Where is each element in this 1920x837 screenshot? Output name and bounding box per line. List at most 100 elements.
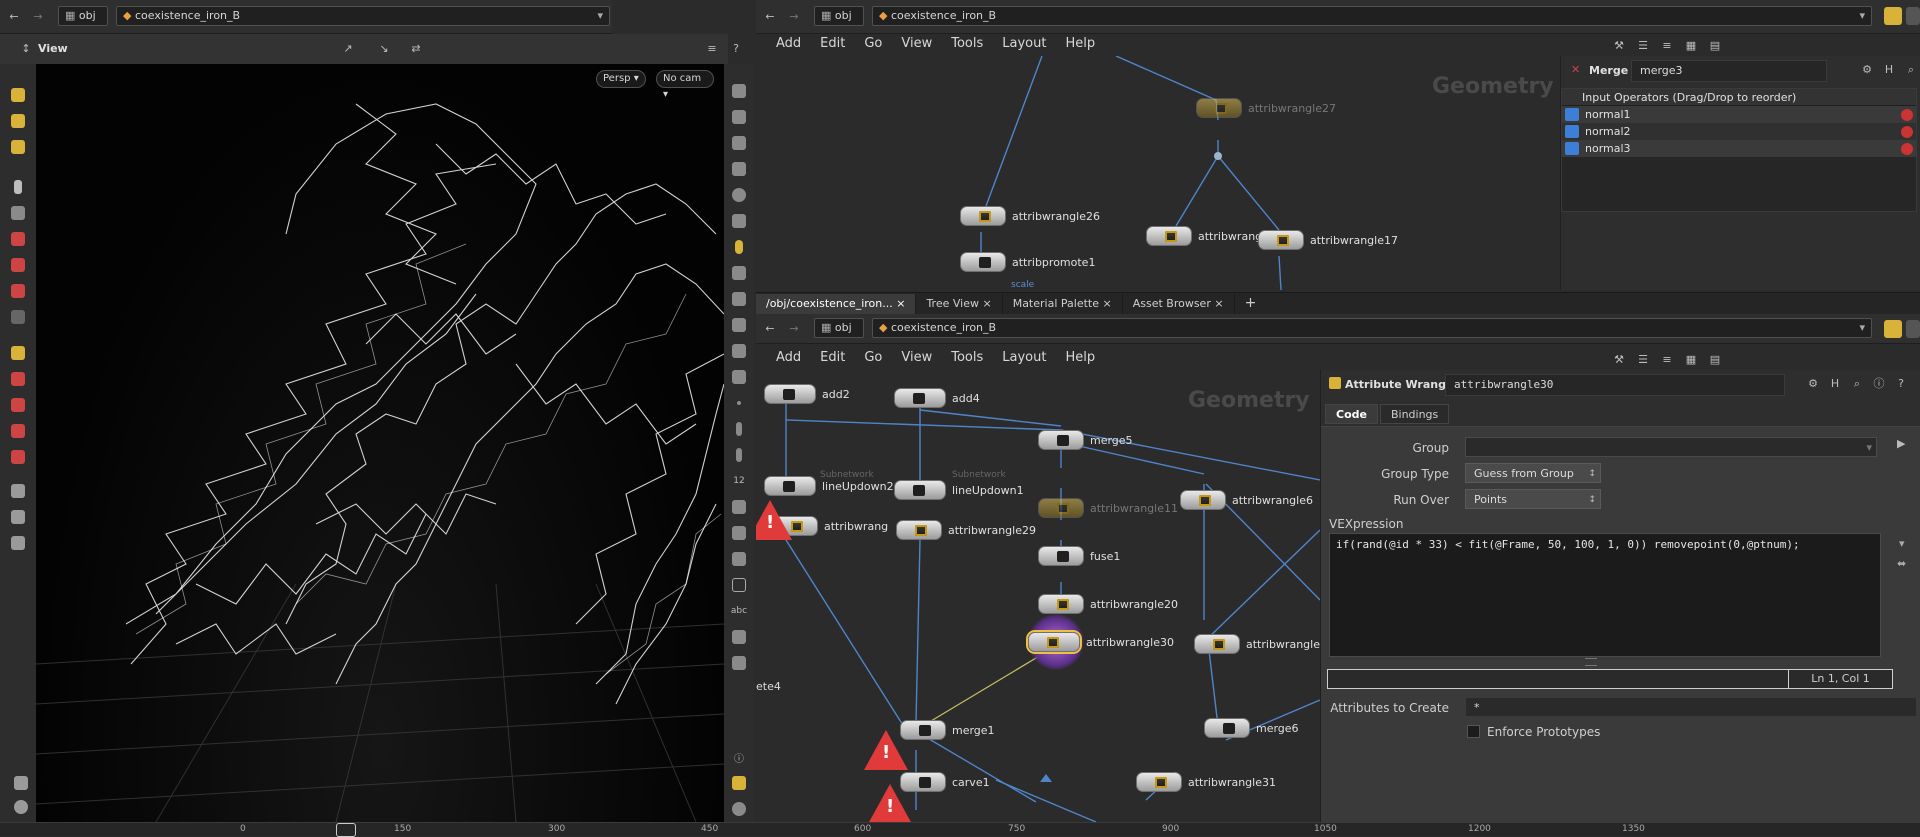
back-arrow-icon[interactable]: ← xyxy=(762,321,778,337)
pin-icon[interactable]: ↕ xyxy=(18,41,34,57)
close-icon[interactable]: × xyxy=(896,297,905,310)
list-icon[interactable]: ≡ xyxy=(1659,38,1675,54)
menu-layout[interactable]: Layout xyxy=(1002,350,1046,365)
close-icon[interactable]: × xyxy=(1214,297,1223,310)
tab-code[interactable]: Code xyxy=(1325,404,1378,424)
grid-view-icon[interactable]: ▦ xyxy=(1683,38,1699,54)
rotate-icon[interactable] xyxy=(5,394,31,416)
remove-input-icon[interactable] xyxy=(1901,142,1913,155)
node-attribpromote1[interactable]: attribpromote1 xyxy=(960,252,1095,272)
node-lineUpdown1[interactable]: lineUpdown1 xyxy=(894,480,1024,500)
menu-view[interactable]: View xyxy=(901,350,932,365)
help-h-icon[interactable]: H xyxy=(1827,376,1843,392)
select-mode-icon[interactable]: ↗ xyxy=(340,41,356,57)
layout-icon[interactable] xyxy=(726,772,752,794)
playhead-marker[interactable] xyxy=(336,823,356,837)
paint-icon[interactable] xyxy=(5,342,31,364)
snap-icon[interactable] xyxy=(5,228,31,250)
input-row[interactable]: normal2 xyxy=(1562,123,1916,140)
node-attribwrangle[interactable]: attribwrangle xyxy=(1194,634,1320,654)
help-h-icon[interactable]: H xyxy=(1881,62,1897,78)
chevron-down-icon[interactable]: ▾ xyxy=(1866,438,1872,458)
run-over-select[interactable]: Points ↕ xyxy=(1465,489,1601,509)
node-attribwrangle6[interactable]: attribwrangle6 xyxy=(1180,490,1313,510)
expand-icon[interactable]: ⬌ xyxy=(1897,557,1906,570)
network-bottom-canvas[interactable]: Geometry add2 add4 merge5 Subnetwork lin… xyxy=(756,370,1320,822)
image-icon[interactable] xyxy=(726,626,752,648)
camera-view-icon[interactable] xyxy=(726,288,752,310)
back-arrow-icon[interactable]: ← xyxy=(6,9,22,25)
remove-input-icon[interactable] xyxy=(1901,108,1913,121)
pin-view-icon[interactable] xyxy=(726,652,752,674)
node-attribwrangle26[interactable]: attribwrangle26 xyxy=(960,206,1100,226)
remove-input-icon[interactable] xyxy=(1901,125,1913,138)
normals-icon[interactable] xyxy=(726,366,752,388)
tab-tree-view[interactable]: Tree View × xyxy=(916,294,1003,314)
select-groups-icon[interactable]: ↘ xyxy=(376,41,392,57)
eye-icon[interactable] xyxy=(726,798,752,820)
home-icon[interactable] xyxy=(726,106,752,128)
attract-icon[interactable] xyxy=(5,446,31,468)
menu-go[interactable]: Go xyxy=(864,350,882,365)
path-root-box[interactable]: ▦ obj xyxy=(814,6,864,26)
pose-icon[interactable] xyxy=(5,280,31,302)
scale-icon[interactable] xyxy=(5,420,31,442)
chevron-down-icon[interactable]: ▾ xyxy=(597,7,603,25)
menu-add[interactable]: Add xyxy=(776,36,801,51)
menu-tools[interactable]: Tools xyxy=(951,350,983,365)
dot-icon[interactable] xyxy=(726,392,752,414)
camera-icon[interactable] xyxy=(5,480,31,502)
menu-edit[interactable]: Edit xyxy=(820,350,845,365)
attrs-input[interactable]: * xyxy=(1465,697,1917,717)
menu-layout[interactable]: Layout xyxy=(1002,36,1046,51)
node-attribwrangle11[interactable]: attribwrangle11 xyxy=(1038,498,1178,518)
menu-help[interactable]: Help xyxy=(1065,350,1095,365)
wrench-icon[interactable]: ⚒ xyxy=(1611,38,1627,54)
node-attribwrangle17[interactable]: attribwrangle17 xyxy=(1258,230,1398,250)
tool-select-edges-icon[interactable] xyxy=(5,136,31,158)
input-row[interactable]: normal1 xyxy=(1562,106,1916,123)
move-icon[interactable] xyxy=(5,368,31,390)
light-icon[interactable] xyxy=(726,158,752,180)
vex-editor[interactable]: if(rand(@id * 33) < fit(@Frame, 50, 100,… xyxy=(1329,533,1881,657)
chevron-down-icon[interactable]: ▾ xyxy=(1859,7,1865,25)
camera-button[interactable]: No cam ▾ xyxy=(656,70,714,100)
node-attribwrangle29[interactable]: attribwrangle29 xyxy=(896,520,1036,540)
tab-material-palette[interactable]: Material Palette × xyxy=(1003,294,1123,314)
help-icon[interactable]: ? xyxy=(1893,376,1909,392)
connect-icon[interactable] xyxy=(726,548,752,570)
node-add4[interactable]: add4 xyxy=(894,388,980,408)
node-attribwrangle30[interactable]: attribwrangle30 xyxy=(1028,632,1174,652)
table-icon[interactable]: ▤ xyxy=(1707,38,1723,54)
group-type-select[interactable]: Guess from Group ↕ xyxy=(1465,463,1601,483)
gear-icon[interactable]: ⚙ xyxy=(1805,376,1821,392)
menu-help[interactable]: Help xyxy=(1065,36,1095,51)
persp-button[interactable]: Persp ▾ xyxy=(596,70,646,88)
timeline-bar[interactable]: 0 150 300 450 xyxy=(0,822,760,837)
node-merge5[interactable]: merge5 xyxy=(1038,430,1133,450)
forward-arrow-icon[interactable]: → xyxy=(786,9,802,25)
vex-scroll-grip[interactable] xyxy=(1585,658,1597,666)
node-merge6[interactable]: merge6 xyxy=(1204,718,1299,738)
transform-icon[interactable]: ⇄ xyxy=(408,41,424,57)
path-root-box[interactable]: ▦ obj xyxy=(58,6,108,26)
tree-icon[interactable]: ☰ xyxy=(1635,38,1651,54)
node-carve1[interactable]: carve1 xyxy=(900,772,990,792)
arrow-cursor-icon[interactable] xyxy=(5,176,31,198)
flipbook-icon[interactable] xyxy=(5,532,31,554)
ghost-icon[interactable] xyxy=(726,210,752,232)
node-attribwrangle27[interactable]: attribwrangle27 xyxy=(1196,98,1336,118)
menu-tools[interactable]: Tools xyxy=(951,36,983,51)
close-icon[interactable]: × xyxy=(1102,297,1111,310)
tab-asset-browser[interactable]: Asset Browser × xyxy=(1123,294,1235,314)
path-node-box[interactable]: ◆ coexistence_iron_B ▾ xyxy=(116,6,610,26)
magnet-icon[interactable] xyxy=(5,254,31,276)
search-icon[interactable]: ⌕ xyxy=(1849,376,1865,392)
wrangle-node-name[interactable]: attribwrangle30 xyxy=(1445,374,1785,396)
info-icon[interactable]: ⓘ xyxy=(1871,376,1887,392)
pane-options-icon[interactable] xyxy=(1906,320,1920,338)
help-icon[interactable]: ? xyxy=(728,41,744,57)
tool-select-points-icon[interactable] xyxy=(5,110,31,132)
tab-network[interactable]: /obj/coexistence_iron... × xyxy=(756,294,917,314)
sphere-icon[interactable] xyxy=(8,796,34,818)
